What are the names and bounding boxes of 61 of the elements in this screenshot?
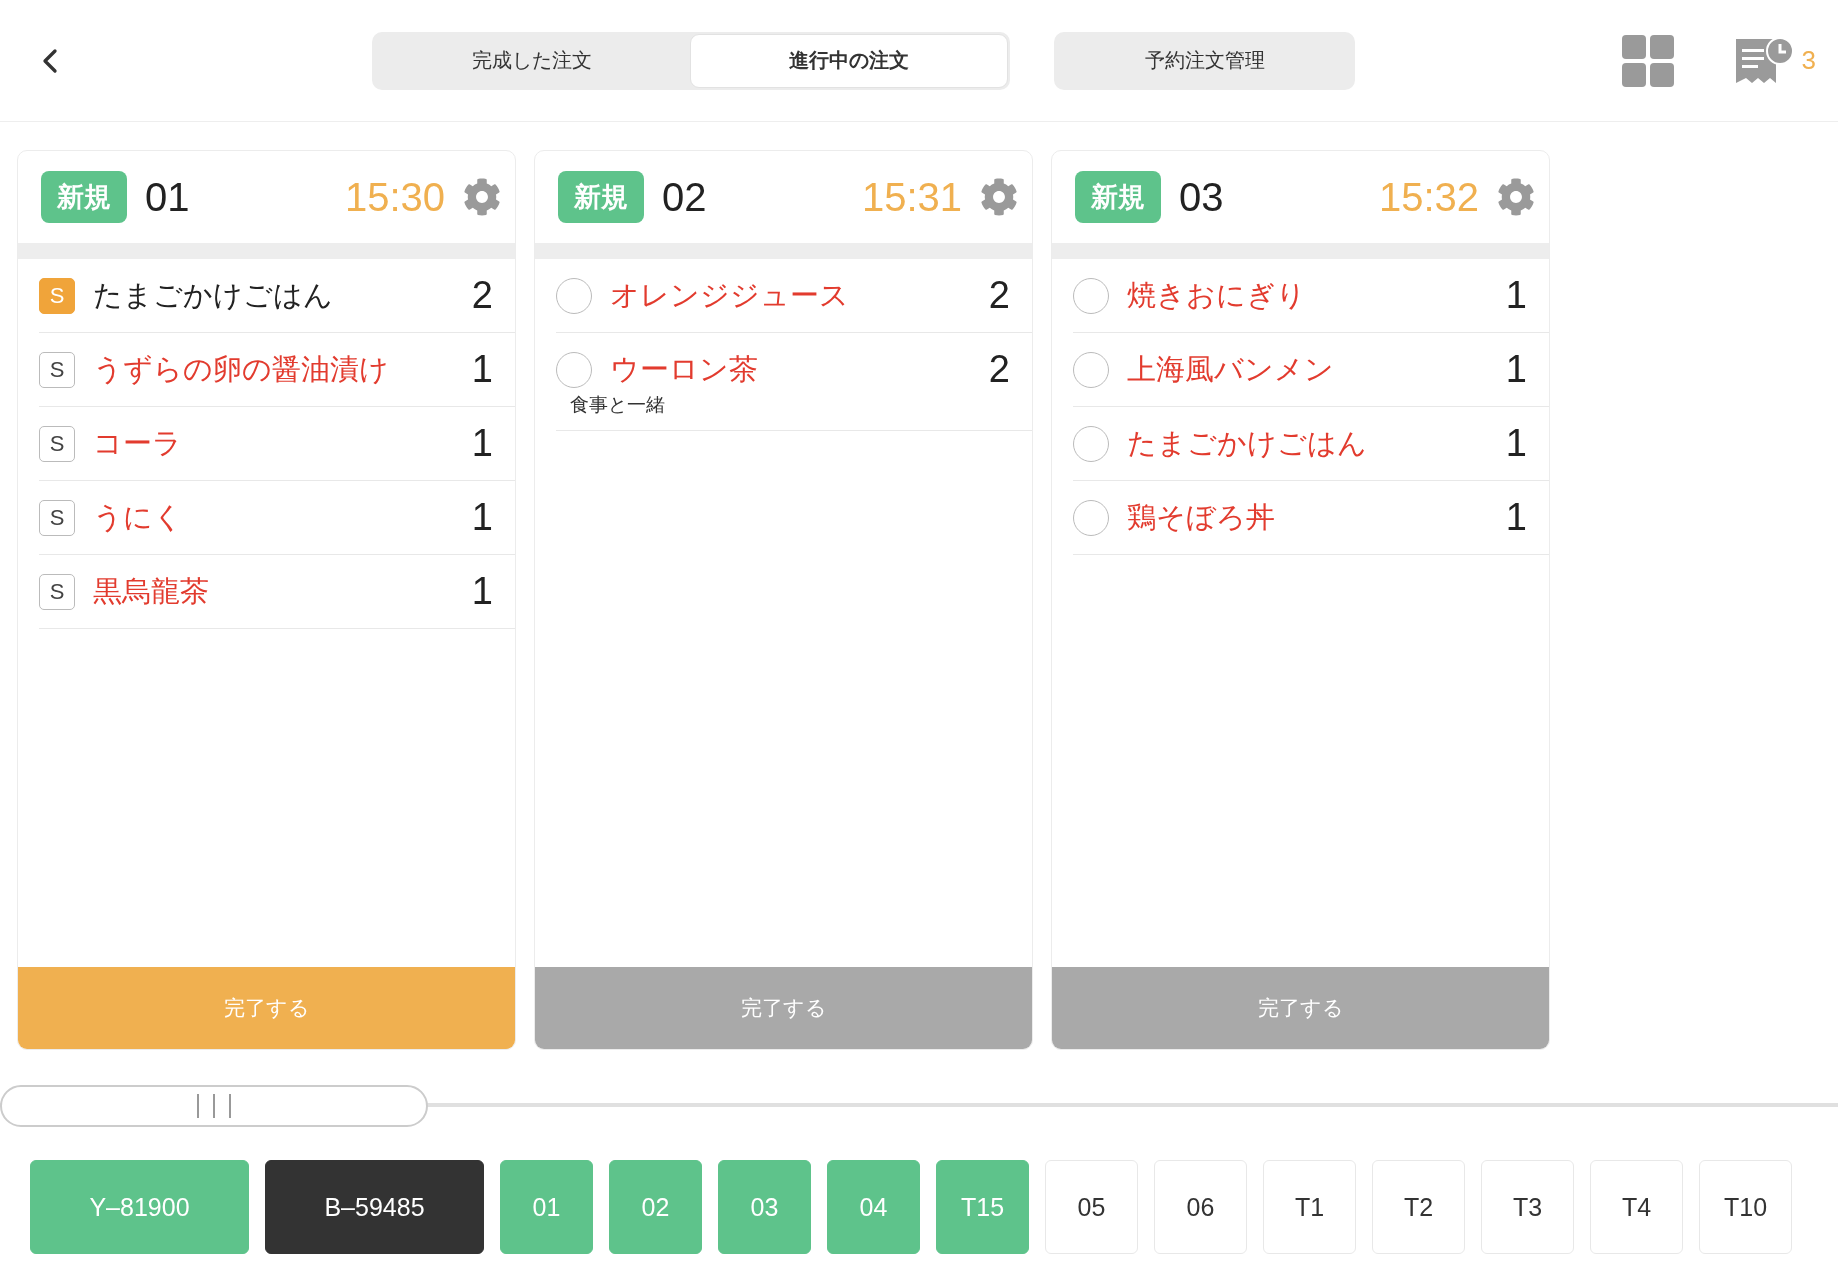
tab[interactable]: 完成した注文 xyxy=(374,33,690,88)
reservation-button[interactable]: 予約注文管理 xyxy=(1054,31,1355,90)
size-tag: S xyxy=(39,277,75,314)
circle-checkbox[interactable] xyxy=(1073,425,1109,462)
order-number: 01 xyxy=(145,174,190,220)
circle-checkbox[interactable] xyxy=(1073,351,1109,388)
scroll-thumb[interactable] xyxy=(0,1085,428,1127)
circle-checkbox[interactable] xyxy=(556,277,592,314)
settings-icon[interactable] xyxy=(463,178,501,216)
table-tile[interactable]: 05 xyxy=(1045,1160,1138,1254)
table-tile[interactable]: B–59485 xyxy=(265,1160,484,1254)
size-tag: S xyxy=(39,351,75,388)
item-quantity: 1 xyxy=(1505,274,1527,317)
status-tag: 新規 xyxy=(1075,171,1161,223)
item-name: うにく xyxy=(93,499,183,535)
item-quantity: 1 xyxy=(1505,496,1527,539)
size-tag: S xyxy=(39,499,75,536)
circle-checkbox[interactable] xyxy=(556,351,592,388)
table-tile[interactable]: T1 xyxy=(1263,1160,1356,1254)
item-quantity: 1 xyxy=(1505,422,1527,465)
item-name: たまごかけごはん xyxy=(1127,425,1367,461)
grid-view-button[interactable] xyxy=(1621,34,1674,87)
item-quantity: 1 xyxy=(471,348,493,391)
item-note: 食事と一緒 xyxy=(570,393,666,417)
item-name: たまごかけごはん xyxy=(93,277,333,313)
size-tag: S xyxy=(39,573,75,610)
tab[interactable]: 進行中の注文 xyxy=(690,33,1008,88)
order-time: 15:32 xyxy=(1378,174,1479,220)
table-tile[interactable]: 06 xyxy=(1154,1160,1247,1254)
item-quantity: 2 xyxy=(988,274,1010,317)
item-name: コーラ xyxy=(93,425,182,461)
status-tag: 新規 xyxy=(558,171,644,223)
table-tile[interactable]: T10 xyxy=(1699,1160,1792,1254)
order-number: 03 xyxy=(1179,174,1224,220)
status-tag: 新規 xyxy=(41,171,127,223)
item-quantity: 2 xyxy=(988,348,1010,391)
item-name: 上海風バンメン xyxy=(1127,351,1334,387)
item-quantity: 1 xyxy=(1505,348,1527,391)
item-name: 鶏そぼろ丼 xyxy=(1127,499,1275,535)
item-quantity: 1 xyxy=(471,570,493,613)
order-time: 15:31 xyxy=(861,174,962,220)
size-tag: S xyxy=(39,425,75,462)
circle-checkbox[interactable] xyxy=(1073,277,1109,314)
pending-count: 3 xyxy=(1801,45,1816,76)
table-tile[interactable]: T3 xyxy=(1481,1160,1574,1254)
item-name: ウーロン茶 xyxy=(610,351,758,387)
item-quantity: 1 xyxy=(471,496,493,539)
order-time: 15:30 xyxy=(344,174,445,220)
item-quantity: 2 xyxy=(471,274,493,317)
table-tile[interactable]: T2 xyxy=(1372,1160,1465,1254)
order-number: 02 xyxy=(662,174,707,220)
table-tile[interactable]: T4 xyxy=(1590,1160,1683,1254)
item-name: 黒烏龍茶 xyxy=(93,573,209,609)
grid-icon xyxy=(1621,34,1674,87)
item-name: うずらの卵の醤油漬け xyxy=(93,351,389,387)
item-quantity: 1 xyxy=(471,422,493,465)
item-name: オレンジジュース xyxy=(610,277,849,313)
settings-icon[interactable] xyxy=(1497,178,1535,216)
item-name: 焼きおにぎり xyxy=(1127,277,1306,313)
settings-icon[interactable] xyxy=(980,178,1018,216)
circle-checkbox[interactable] xyxy=(1073,499,1109,536)
